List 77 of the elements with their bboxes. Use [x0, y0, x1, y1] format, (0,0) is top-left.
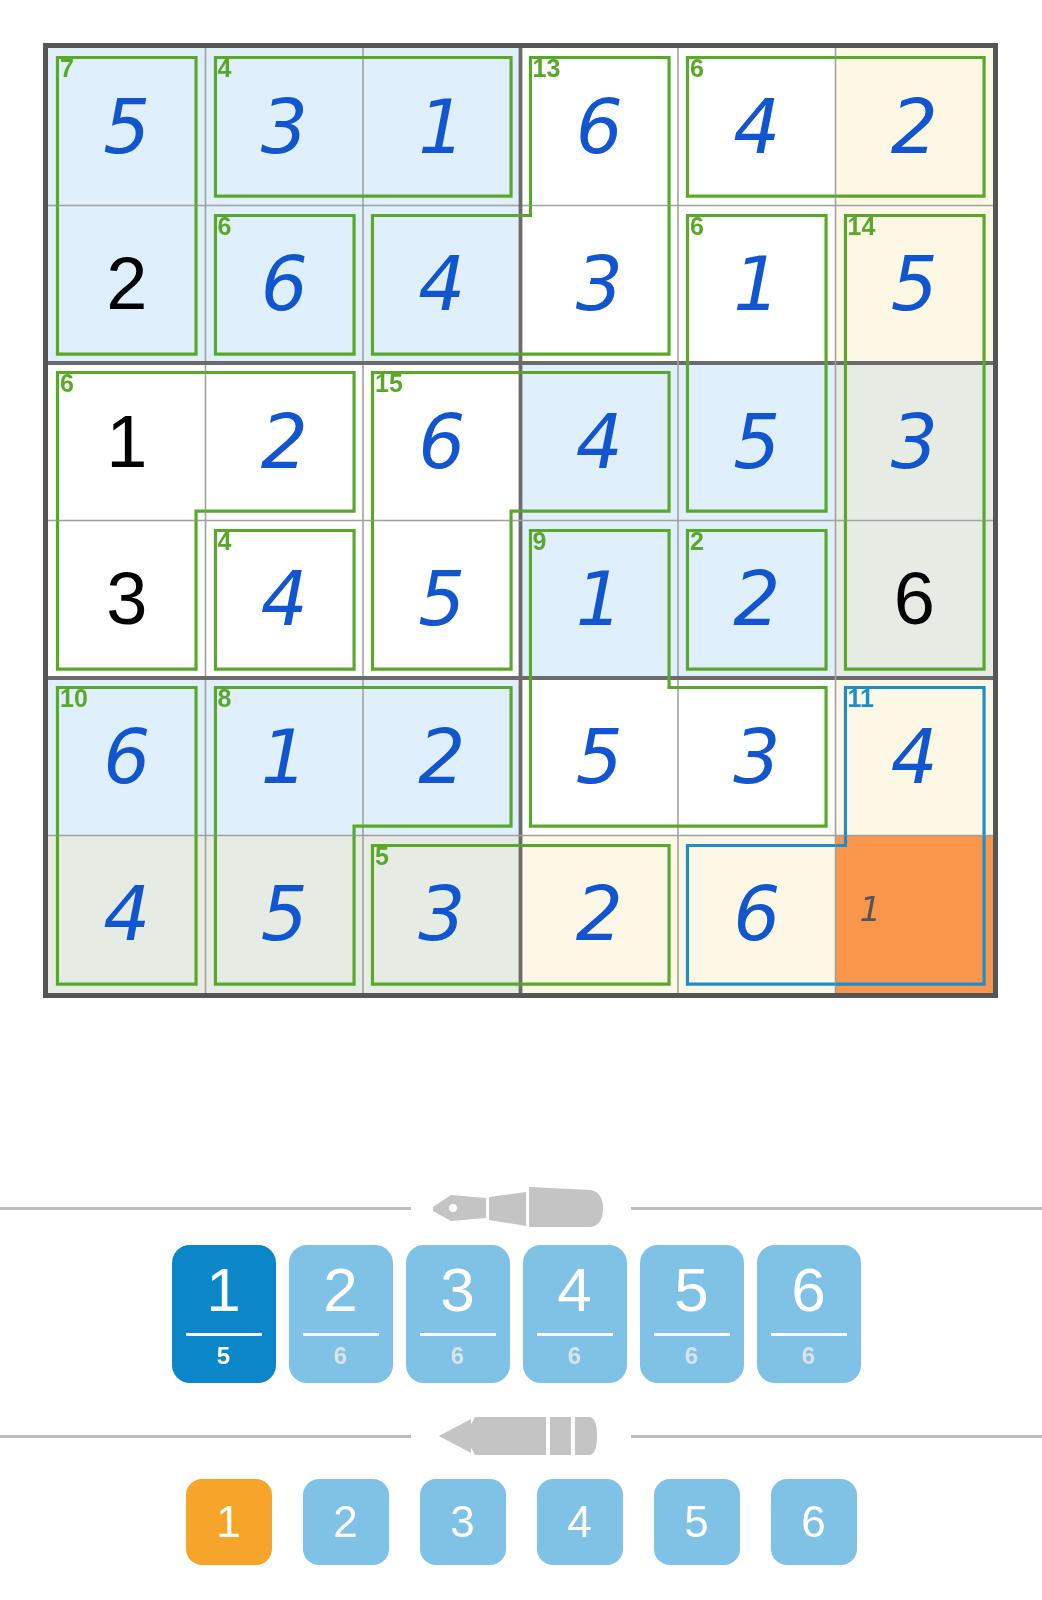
cell-digit: 5	[418, 562, 466, 637]
cell-digit: 1	[106, 404, 148, 479]
cell-digit: 3	[890, 404, 938, 479]
pencil-mark: 1	[859, 891, 882, 926]
cell-digit: 5	[260, 877, 308, 952]
cell-digit: 1	[575, 562, 623, 637]
cell-digit: 5	[103, 89, 151, 164]
grid-cell[interactable]: 4 3	[205, 48, 363, 206]
grid-cell[interactable]: 4	[48, 835, 206, 993]
cell-digit: 2	[575, 877, 623, 952]
cell-digit: 6	[893, 562, 935, 637]
grid-cell[interactable]: 2 2	[678, 520, 836, 678]
cell-digit: 3	[260, 89, 308, 164]
grid-cell[interactable]: 5 3	[363, 835, 521, 993]
grid-cell[interactable]: 10 6	[48, 678, 206, 836]
cage-sum: 14	[847, 213, 876, 239]
cell-digit: 3	[575, 247, 623, 322]
cage-sum: 6	[690, 56, 704, 81]
cage-sum: 7	[60, 56, 74, 81]
cell-digit: 6	[733, 877, 781, 952]
cage-sum: 4	[217, 56, 232, 81]
grid-cell[interactable]: 2	[835, 48, 993, 206]
grid-cell[interactable]: 5	[205, 835, 363, 993]
cage-sum: 4	[217, 528, 232, 554]
grid-cell[interactable]: 6 6	[205, 205, 363, 363]
cell-digit: 4	[260, 562, 308, 637]
grid-cell[interactable]: 2	[48, 205, 206, 363]
cell-digit: 6	[103, 719, 151, 794]
cell-digit: 6	[260, 247, 308, 322]
grid-cell[interactable]: 4	[520, 363, 678, 521]
cell-digit: 2	[890, 89, 938, 164]
cage-sum: 2	[690, 528, 704, 554]
cell-digit: 2	[106, 247, 148, 322]
cell-digit: 4	[890, 719, 938, 794]
cage-sum: 6	[690, 213, 704, 239]
grid-cell[interactable]: 2	[363, 678, 521, 836]
cage-sum: 5	[375, 843, 389, 869]
cell-digit: 1	[733, 247, 781, 322]
cell-digit: 5	[733, 404, 781, 479]
cell-digit: 5	[890, 247, 938, 322]
cage-sum: 8	[217, 686, 232, 711]
grid-cell[interactable]: 7 5	[48, 48, 206, 206]
cell-digit: 4	[418, 247, 466, 322]
grid-cell[interactable]: 2	[520, 835, 678, 993]
cell-digit: 2	[733, 562, 781, 637]
cage-sum: 9	[532, 528, 547, 554]
grid-cell[interactable]: 8 1	[205, 678, 363, 836]
grid-cell[interactable]: 3	[835, 363, 993, 521]
cell-digit: 6	[575, 89, 623, 164]
cage-sum: 15	[375, 371, 403, 396]
cell-digit: 2	[260, 404, 308, 479]
cell-digit: 1	[260, 719, 308, 794]
cage-sum: 13	[532, 56, 561, 81]
cell-digit: 4	[733, 89, 781, 164]
cell-digit: 4	[103, 877, 151, 952]
grid-cell[interactable]: 6	[835, 520, 993, 678]
cell-digit: 3	[418, 877, 466, 952]
grid-cell[interactable]: 11 4	[835, 678, 993, 836]
grid-cell[interactable]: 5	[678, 363, 836, 521]
grid-cell[interactable]: 4	[363, 205, 521, 363]
grid-cell[interactable]: 14 5	[835, 205, 993, 363]
cage-sum: 6	[217, 213, 232, 239]
cage-sum: 11	[847, 686, 874, 711]
cell-digit: 3	[106, 562, 148, 637]
grid-cell[interactable]: 6	[678, 835, 836, 993]
cell-digit: 6	[418, 404, 466, 479]
cell-digit: 5	[575, 719, 623, 794]
cage-sum: 6	[60, 371, 74, 396]
cell-digit: 4	[575, 404, 623, 479]
grid-cell[interactable]: 1	[363, 48, 521, 206]
cage-sum: 10	[60, 686, 88, 711]
grid-cell[interactable]: 9 1	[520, 520, 678, 678]
grid-cell[interactable]: 1	[835, 835, 993, 993]
number-key[interactable]: 1 5	[171, 1245, 276, 1383]
cell-digit: 2	[418, 719, 466, 794]
cell-digit: 3	[733, 719, 781, 794]
cell-digit: 1	[418, 89, 466, 164]
